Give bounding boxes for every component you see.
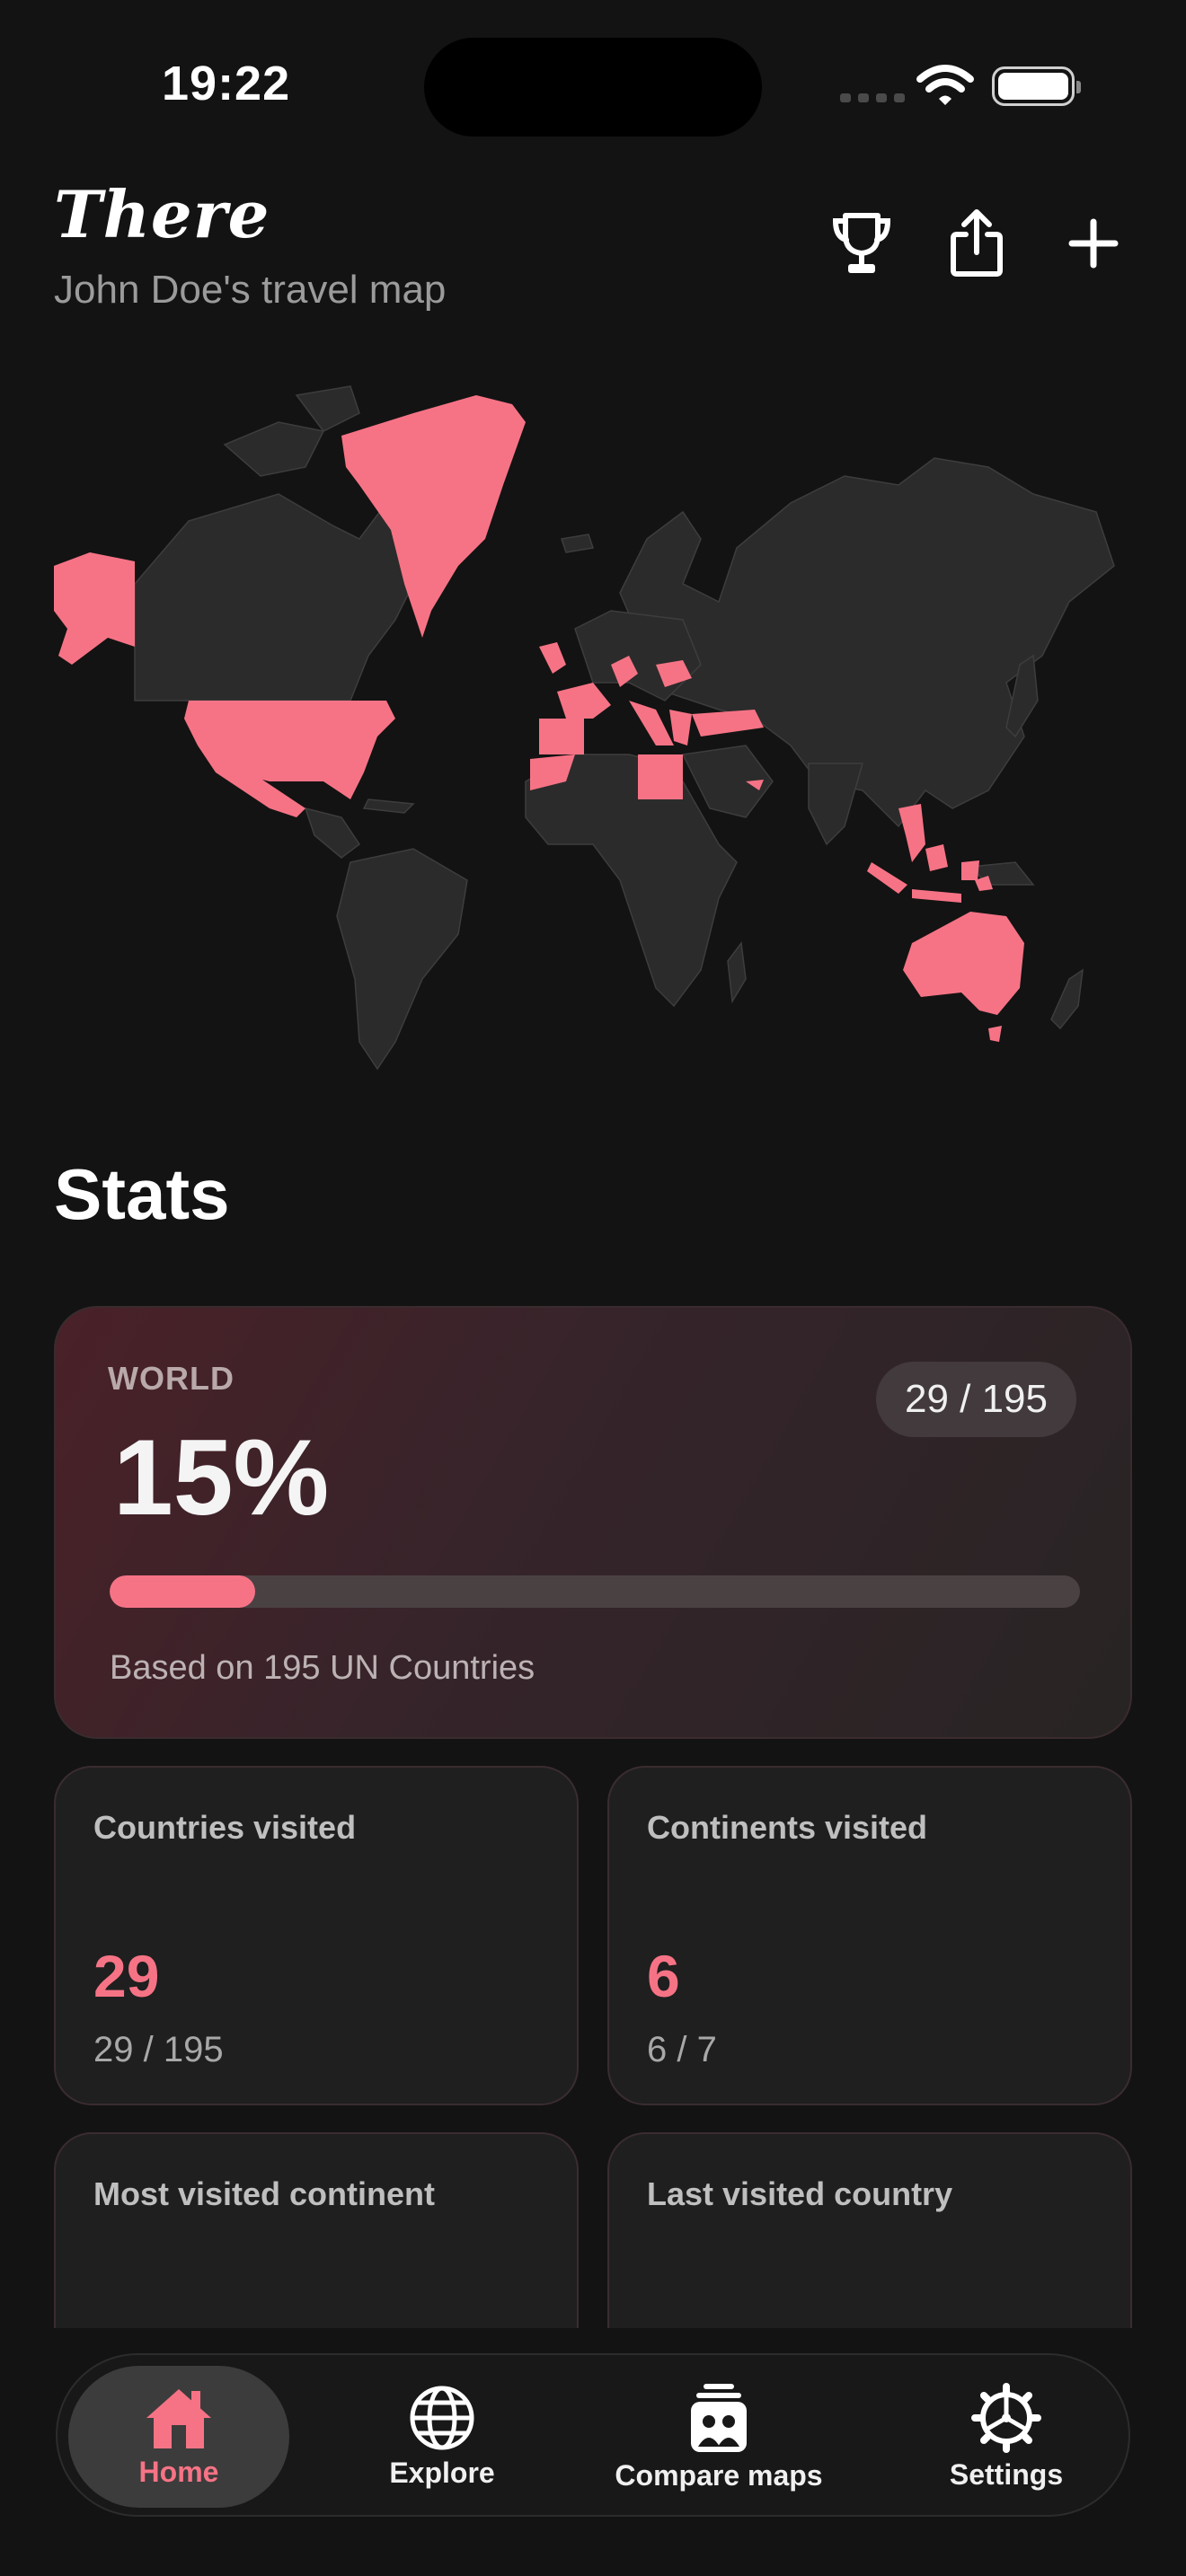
map-owner-subtitle: John Doe's travel map [54,268,447,312]
bottom-nav: Home Explore Compare maps Settings [56,2353,1130,2517]
world-map[interactable] [36,359,1150,1078]
dynamic-island [424,38,762,137]
nav-explore[interactable]: Explore [352,2366,532,2508]
nav-settings[interactable]: Settings [916,2366,1096,2508]
plus-icon [1068,218,1119,269]
cellular-signal-icon [840,93,905,102]
world-progress-card[interactable]: WORLD 15% 29 / 195 Based on 195 UN Count… [54,1306,1132,1739]
world-progress-fill [110,1575,255,1608]
achievements-button[interactable] [823,205,900,282]
settings-icon [971,2382,1041,2453]
battery-icon [992,66,1081,106]
card-title: Continents visited [647,1809,928,1846]
continents-visited-card[interactable]: Continents visited 6 6 / 7 [607,1766,1132,2105]
add-country-button[interactable] [1055,205,1132,282]
globe-icon [410,2386,474,2449]
nav-label: Explore [389,2456,495,2489]
trophy-icon [832,213,891,273]
status-time: 19:22 [162,57,291,110]
compare-maps-icon [691,2383,747,2452]
card-subvalue: 29 / 195 [93,2030,224,2069]
card-title: Countries visited [93,1809,357,1846]
world-label: WORLD [108,1360,235,1397]
share-icon [951,209,1003,277]
world-percent: 15% [113,1417,330,1538]
stats-heading: Stats [54,1154,230,1234]
home-icon [146,2388,211,2448]
card-title: Most visited continent [93,2175,436,2212]
nav-label: Home [138,2455,219,2488]
card-title: Last visited country [647,2175,953,2212]
card-subvalue: 6 / 7 [647,2030,717,2069]
countries-visited-card[interactable]: Countries visited 29 29 / 195 [54,1766,579,2105]
wifi-icon [916,65,974,105]
nav-compare-maps[interactable]: Compare maps [602,2366,836,2508]
card-value: 6 [647,1943,680,2009]
nav-label: Compare maps [615,2458,823,2492]
world-ratio-badge: 29 / 195 [875,1362,1076,1437]
nav-label: Settings [949,2457,1064,2491]
app-title: There [54,176,270,252]
card-value: 29 [93,1943,160,2009]
world-note: Based on 195 UN Countries [110,1649,535,1687]
nav-home[interactable]: Home [68,2366,289,2508]
world-progress-bar [110,1575,1080,1608]
share-button[interactable] [938,205,1015,282]
